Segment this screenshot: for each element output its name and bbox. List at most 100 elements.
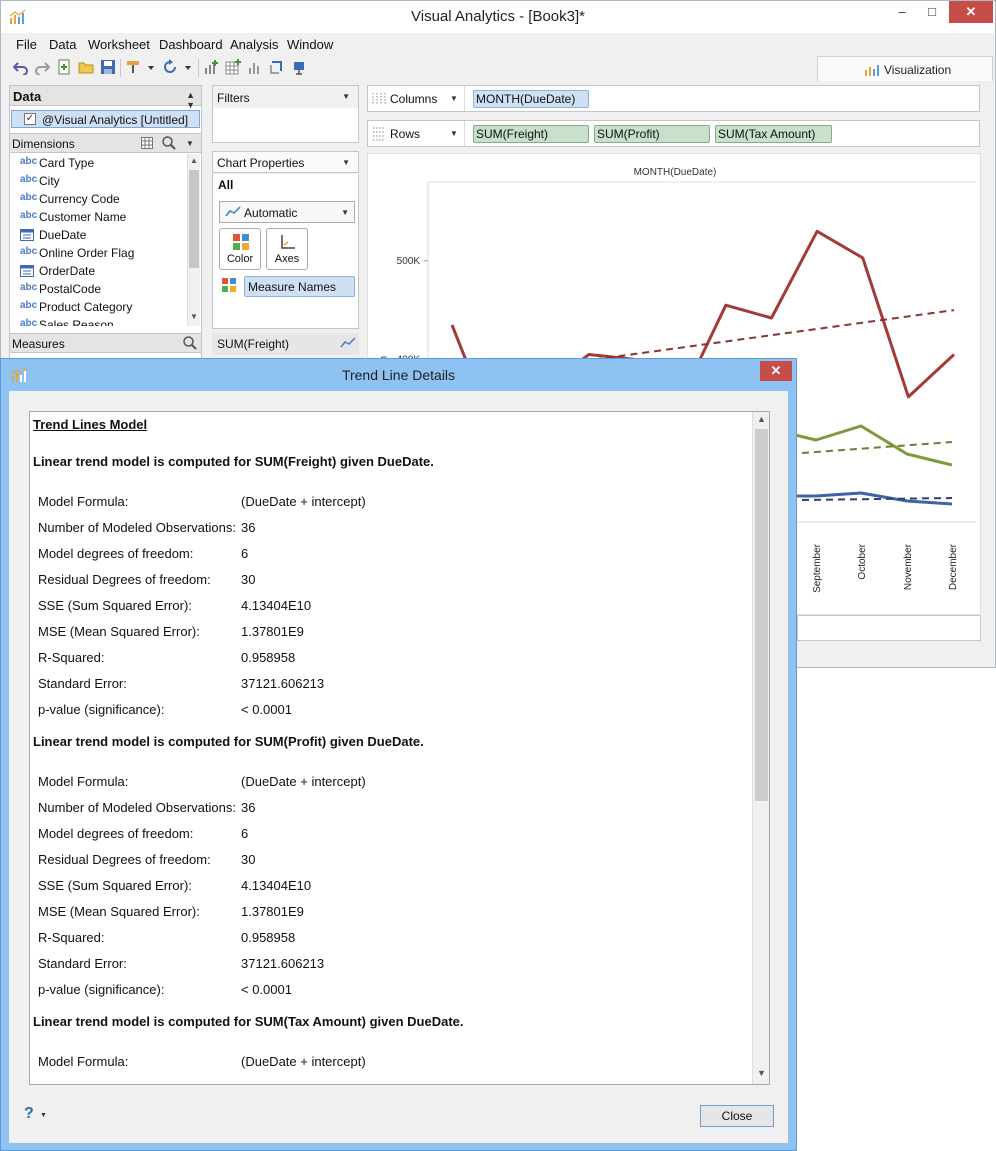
scroll-up-icon[interactable]: ▲ xyxy=(190,156,198,165)
refresh-dropdown-icon[interactable] xyxy=(183,58,193,76)
refresh-icon[interactable] xyxy=(161,58,179,76)
menu-data[interactable]: Data xyxy=(49,37,76,52)
measure-names-pill[interactable]: Measure Names xyxy=(244,276,355,297)
new-sheet-icon[interactable] xyxy=(55,58,73,76)
redo-icon[interactable] xyxy=(33,58,51,76)
rows-icon xyxy=(373,127,385,141)
stat-row: MSE (Mean Squared Error): 1.37801E9 xyxy=(38,904,638,924)
columns-label: Columns xyxy=(390,92,438,106)
scroll-thumb[interactable] xyxy=(755,429,768,801)
toolbar-separator xyxy=(120,59,121,77)
string-type-icon: abc xyxy=(20,300,38,311)
chevron-down-icon[interactable]: ▼ xyxy=(342,92,350,101)
format-dropdown-icon[interactable] xyxy=(146,58,156,76)
minimize-button[interactable]: – xyxy=(887,1,917,23)
search-icon[interactable] xyxy=(162,136,176,150)
sum-freight-pill[interactable]: SUM(Freight) xyxy=(473,125,589,143)
chevron-down-icon[interactable]: ▼ xyxy=(450,129,458,138)
window-title: Visual Analytics - [Book3]* xyxy=(411,8,585,25)
chevron-down-icon[interactable]: ▼ xyxy=(186,139,194,148)
rows-shelf[interactable]: Rows ▼ SUM(Freight) SUM(Profit) SUM(Tax … xyxy=(367,120,980,147)
scroll-thumb[interactable] xyxy=(189,170,199,268)
columns-shelf[interactable]: Columns ▼ MONTH(DueDate) xyxy=(367,85,980,112)
help-icon[interactable]: ? xyxy=(24,1105,34,1123)
stat-row: SSE (Sum Squared Error): 4.13404E10 xyxy=(38,878,638,898)
swap-axes-icon[interactable] xyxy=(268,58,286,76)
sort-arrows-icon[interactable]: ▲ ▼ xyxy=(186,90,195,110)
columns-icon xyxy=(372,93,386,105)
maximize-button[interactable]: □ xyxy=(917,1,947,23)
dimension-item[interactable]: abc Online Order Flag xyxy=(10,244,187,262)
scroll-down-icon[interactable]: ▼ xyxy=(190,312,198,321)
chart-properties-panel: Chart Properties ▼ All Automatic ▼ Color xyxy=(212,151,359,371)
close-button[interactable]: Close xyxy=(700,1105,774,1127)
sum-tax-amount-pill[interactable]: SUM(Tax Amount) xyxy=(715,125,832,143)
stat-label: R-Squared: xyxy=(38,650,105,665)
add-chart-icon[interactable] xyxy=(202,58,220,76)
menu-analysis[interactable]: Analysis xyxy=(230,37,278,52)
menu-worksheet[interactable]: Worksheet xyxy=(88,37,150,52)
dimension-item[interactable]: abc Card Type xyxy=(10,154,187,172)
menu-bar: File Data Worksheet Dashboard Analysis W… xyxy=(1,34,995,54)
stat-value: 30 xyxy=(241,852,256,867)
datasource-checkbox[interactable]: ✓ xyxy=(24,113,36,125)
filters-panel[interactable]: Filters ▼ xyxy=(212,85,359,143)
color-button[interactable]: Color xyxy=(219,228,261,270)
stat-row: Residual Degrees of freedom: 30 xyxy=(38,572,638,592)
dimension-item[interactable]: abc PostalCode xyxy=(10,280,187,298)
present-icon[interactable] xyxy=(290,58,308,76)
bar-chart-icon[interactable] xyxy=(246,58,264,76)
chevron-down-icon[interactable]: ▼ xyxy=(450,94,458,103)
scroll-up-icon[interactable]: ▲ xyxy=(757,414,766,424)
visualization-tab[interactable]: Visualization xyxy=(817,56,993,81)
dimension-item[interactable]: DueDate xyxy=(10,226,187,244)
y-tick-label: 500K xyxy=(397,256,421,267)
dimension-item[interactable]: abc Product Category xyxy=(10,298,187,316)
month-duedate-pill[interactable]: MONTH(DueDate) xyxy=(473,90,589,108)
report-scrollbar[interactable]: ▲ ▼ xyxy=(752,412,769,1084)
add-table-icon[interactable] xyxy=(224,58,242,76)
dialog-body: Trend Lines Model Linear trend model is … xyxy=(9,391,788,1143)
stat-value: 1.37801E9 xyxy=(241,624,304,639)
datasource-item[interactable]: ✓ @Visual Analytics [Untitled] xyxy=(11,110,200,128)
chevron-down-icon[interactable]: ▼ xyxy=(342,158,350,167)
dimension-item[interactable]: abc Currency Code xyxy=(10,190,187,208)
search-icon[interactable] xyxy=(183,336,197,350)
mark-type-select[interactable]: Automatic ▼ xyxy=(219,201,355,223)
table-view-icon[interactable] xyxy=(141,137,153,149)
open-folder-icon[interactable] xyxy=(77,58,95,76)
scroll-down-icon[interactable]: ▼ xyxy=(757,1068,766,1078)
string-type-icon: abc xyxy=(20,210,38,221)
visualization-icon xyxy=(865,65,879,76)
format-brush-icon[interactable] xyxy=(124,58,142,76)
save-icon[interactable] xyxy=(99,58,117,76)
dimension-item[interactable]: abc Customer Name xyxy=(10,208,187,226)
help-dropdown-icon[interactable]: ▼ xyxy=(40,1112,47,1119)
menu-file[interactable]: File xyxy=(16,37,37,52)
dimension-item[interactable]: OrderDate xyxy=(10,262,187,280)
sum-freight-marks-tab[interactable]: SUM(Freight) xyxy=(212,333,359,355)
dimensions-header: Dimensions ▼ xyxy=(10,133,201,153)
stat-value: 0.958958 xyxy=(241,650,296,665)
undo-icon[interactable] xyxy=(12,58,30,76)
chart-properties-header: Chart Properties ▼ xyxy=(212,151,359,173)
stat-value: 36 xyxy=(241,800,256,815)
trend-section-title: Linear trend model is computed for SUM(F… xyxy=(33,454,434,469)
sum-profit-pill[interactable]: SUM(Profit) xyxy=(594,125,710,143)
dimensions-scrollbar[interactable]: ▲ ▼ xyxy=(187,154,200,326)
measures-header: Measures xyxy=(10,333,201,353)
close-window-button[interactable]: ✕ xyxy=(949,1,993,23)
trend-report[interactable]: Trend Lines Model Linear trend model is … xyxy=(29,411,770,1085)
color-button-label: Color xyxy=(226,253,254,265)
dialog-close-icon[interactable]: ✕ xyxy=(760,361,792,381)
menu-dashboard[interactable]: Dashboard xyxy=(159,37,223,52)
stat-value: < 0.0001 xyxy=(241,982,292,997)
trend-section-title: Linear trend model is computed for SUM(T… xyxy=(33,1014,464,1029)
dimension-item[interactable]: abc Sales Reason xyxy=(10,316,187,326)
trend-section-title: Linear trend model is computed for SUM(P… xyxy=(33,734,424,749)
axes-button[interactable]: Axes xyxy=(266,228,308,270)
menu-window[interactable]: Window xyxy=(287,37,333,52)
dimension-item[interactable]: abc City xyxy=(10,172,187,190)
all-marks-tab[interactable]: All xyxy=(212,174,359,194)
stat-row: Model degrees of freedom: 6 xyxy=(38,546,638,566)
